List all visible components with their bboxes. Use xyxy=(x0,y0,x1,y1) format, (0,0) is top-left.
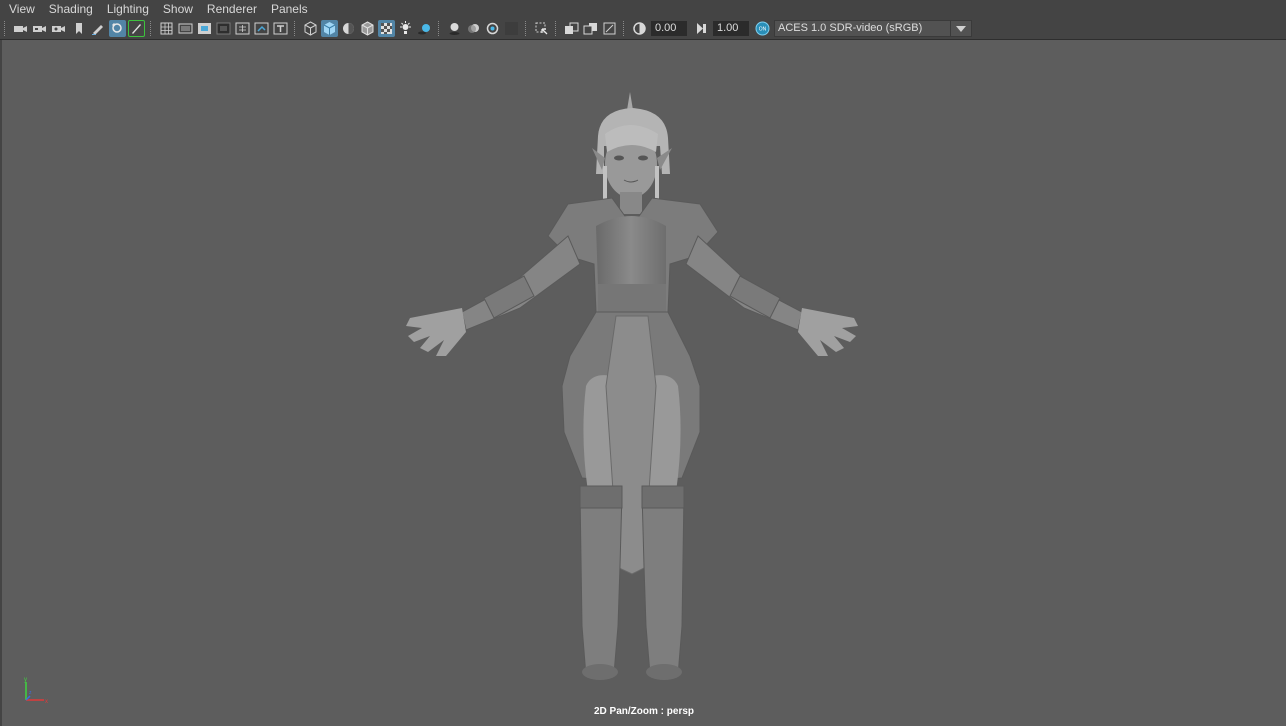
toolbar-separator xyxy=(438,21,442,36)
field-chart-icon[interactable] xyxy=(234,20,251,37)
toolbar-separator xyxy=(294,21,298,36)
color-space-label: ACES 1.0 SDR-video (sRGB) xyxy=(778,22,923,34)
xray-joints-icon[interactable] xyxy=(563,20,580,37)
svg-text:ON: ON xyxy=(759,27,767,33)
color-space-dropdown[interactable]: ACES 1.0 SDR-video (sRGB) xyxy=(774,20,972,37)
svg-text:x: x xyxy=(45,699,48,705)
gamma-field[interactable]: 1.00 xyxy=(713,21,749,36)
motion-blur-icon[interactable] xyxy=(465,20,482,37)
grid-icon[interactable] xyxy=(158,20,175,37)
wireframe-on-shaded-icon[interactable] xyxy=(359,20,376,37)
camera-label: 2D Pan/Zoom : persp xyxy=(593,706,694,717)
toolbar-separator xyxy=(623,21,627,36)
menu-panels[interactable]: Panels xyxy=(264,0,315,18)
character-model[interactable] xyxy=(400,86,864,686)
menu-view[interactable]: View xyxy=(0,0,42,18)
panel-toolbar: 0.00 1.00 ON ACES 1.0 SDR-video (sRGB) xyxy=(0,18,1286,40)
safe-action-icon[interactable] xyxy=(253,20,270,37)
camera-attributes-icon[interactable] xyxy=(31,20,48,37)
smooth-shade-icon[interactable] xyxy=(321,20,338,37)
bookmark-camera-icon[interactable] xyxy=(50,20,67,37)
grease-pencil-icon[interactable] xyxy=(89,20,106,37)
chevron-down-icon[interactable] xyxy=(950,21,971,36)
default-material-icon[interactable] xyxy=(340,20,357,37)
film-gate-icon[interactable] xyxy=(177,20,194,37)
2d-pan-zoom-icon[interactable] xyxy=(109,20,126,37)
toolbar-separator xyxy=(525,21,529,36)
depth-of-field-icon[interactable] xyxy=(503,20,520,37)
screen-space-ao-icon[interactable] xyxy=(446,20,463,37)
camera-select-icon[interactable] xyxy=(12,20,29,37)
safe-title-icon[interactable] xyxy=(272,20,289,37)
menu-renderer[interactable]: Renderer xyxy=(200,0,264,18)
shadows-icon[interactable] xyxy=(416,20,433,37)
3d-viewport[interactable]: y x z 2D Pan/Zoom : persp xyxy=(2,40,1286,726)
toolbar-separator xyxy=(150,21,154,36)
exposure-icon[interactable] xyxy=(631,20,648,37)
view-axis-indicator: y x z xyxy=(24,677,48,705)
toolbar-separator xyxy=(4,21,8,36)
textures-icon[interactable] xyxy=(601,20,618,37)
brush-icon[interactable] xyxy=(128,20,145,37)
wireframe-icon[interactable] xyxy=(302,20,319,37)
multisample-aa-icon[interactable] xyxy=(484,20,501,37)
menu-shading[interactable]: Shading xyxy=(42,0,100,18)
gate-mask-icon[interactable] xyxy=(215,20,232,37)
menu-lighting[interactable]: Lighting xyxy=(100,0,156,18)
exposure-field[interactable]: 0.00 xyxy=(651,21,687,36)
resolution-gate-icon[interactable] xyxy=(196,20,213,37)
svg-text:z: z xyxy=(29,690,32,696)
isolate-select-icon[interactable] xyxy=(533,20,550,37)
use-lights-icon[interactable] xyxy=(397,20,414,37)
menu-show[interactable]: Show xyxy=(156,0,200,18)
gamma-icon[interactable] xyxy=(693,20,710,37)
color-management-icon[interactable]: ON xyxy=(754,20,771,37)
svg-text:y: y xyxy=(24,677,27,683)
viewport-menu-bar: View Shading Lighting Show Renderer Pane… xyxy=(0,0,1286,18)
xray-icon[interactable] xyxy=(378,20,395,37)
xray-active-components-icon[interactable] xyxy=(582,20,599,37)
image-plane-icon[interactable] xyxy=(70,20,87,37)
toolbar-separator xyxy=(555,21,559,36)
